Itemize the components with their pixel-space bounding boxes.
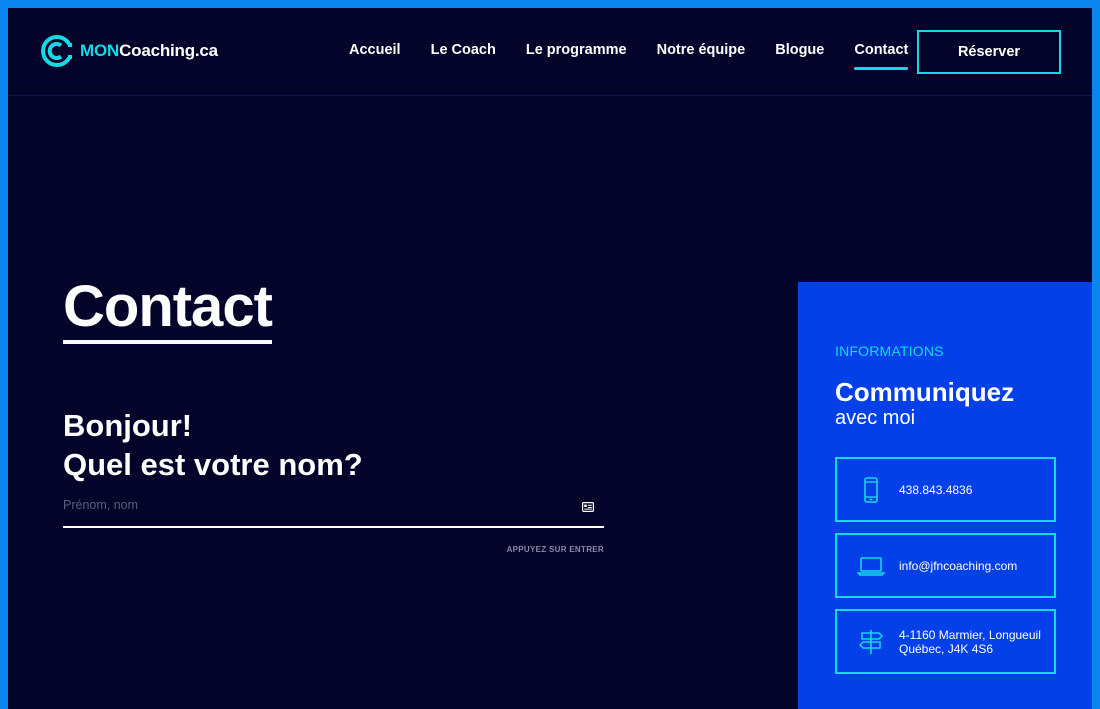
logo-name: Coaching.ca bbox=[119, 41, 218, 60]
site-logo[interactable]: MONCoaching.ca bbox=[40, 34, 218, 68]
enter-hint: APPUYEZ SUR ENTRER bbox=[506, 545, 604, 554]
page-title: Contact bbox=[63, 278, 273, 344]
logo-text: MONCoaching.ca bbox=[80, 41, 218, 61]
phone-icon bbox=[857, 476, 885, 504]
nav-item-le-coach[interactable]: Le Coach bbox=[431, 42, 496, 58]
address-line-1: 4-1160 Marmier, Longueuil bbox=[899, 627, 1041, 642]
nav-item-notre-equipe[interactable]: Notre équipe bbox=[657, 42, 746, 58]
address-text: 4-1160 Marmier, Longueuil Québec, J4K 4S… bbox=[899, 628, 1041, 656]
nav-item-le-programme[interactable]: Le programme bbox=[526, 42, 627, 58]
nav-item-accueil[interactable]: Accueil bbox=[349, 42, 401, 58]
signpost-icon bbox=[857, 628, 885, 656]
laptop-icon bbox=[856, 552, 886, 580]
email-card[interactable]: info@jfncoaching.com bbox=[835, 533, 1056, 598]
nav-item-contact[interactable]: Contact bbox=[854, 42, 908, 70]
email-address: info@jfncoaching.com bbox=[899, 558, 1018, 573]
logo-prefix: MON bbox=[80, 41, 120, 60]
question-line-2: Quel est votre nom? bbox=[63, 447, 363, 482]
info-subtitle: avec moi bbox=[835, 407, 916, 429]
reserve-button[interactable]: Réserver bbox=[917, 30, 1061, 74]
name-input[interactable] bbox=[63, 490, 563, 520]
logo-c-icon bbox=[40, 34, 74, 68]
address-line-2: Québec, J4K 4S6 bbox=[899, 641, 994, 656]
info-title: Communiquez bbox=[835, 377, 1015, 407]
main-nav: Accueil Le Coach Le programme Notre équi… bbox=[349, 42, 938, 70]
info-panel: INFORMATIONS Communiquez avec moi 438.84… bbox=[798, 282, 1092, 709]
question-heading: Bonjour! Quel est votre nom? bbox=[63, 406, 363, 484]
question-line-1: Bonjour! bbox=[63, 408, 193, 443]
info-eyebrow: INFORMATIONS bbox=[835, 343, 944, 359]
nav-item-blogue[interactable]: Blogue bbox=[775, 42, 824, 58]
phone-number: 438.843.4836 bbox=[899, 482, 973, 497]
name-field bbox=[63, 490, 604, 528]
site-header: MONCoaching.ca Accueil Le Coach Le progr… bbox=[8, 8, 1092, 96]
phone-card[interactable]: 438.843.4836 bbox=[835, 457, 1056, 522]
address-card[interactable]: 4-1160 Marmier, Longueuil Québec, J4K 4S… bbox=[835, 609, 1056, 674]
page-frame: MONCoaching.ca Accueil Le Coach Le progr… bbox=[8, 8, 1092, 709]
id-card-icon bbox=[582, 499, 595, 513]
